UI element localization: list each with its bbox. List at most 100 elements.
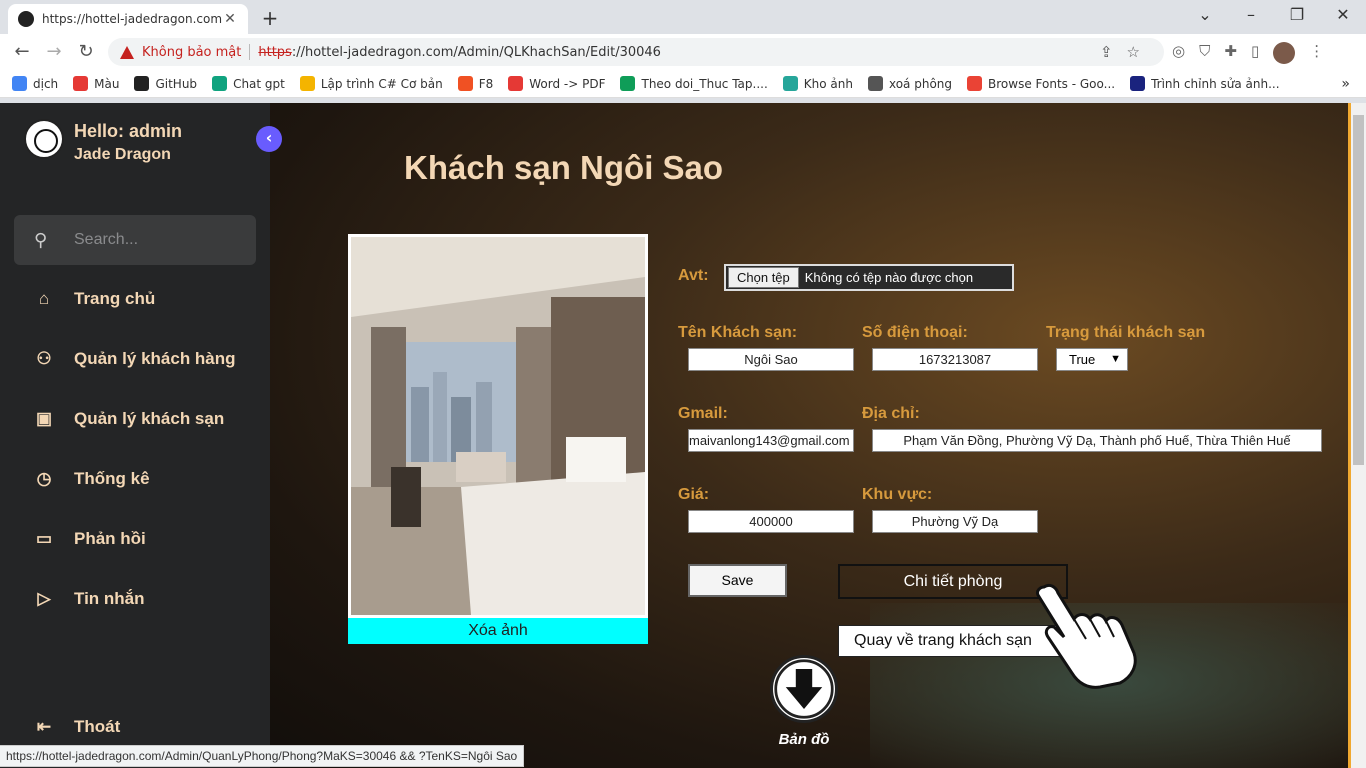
bookmark-item[interactable]: Chat gpt [212,76,285,91]
file-input[interactable]: Chọn tệp Không có tệp nào được chọn [724,264,1014,291]
sidebar-item-label: Tin nhắn [74,589,145,608]
bookmark-item[interactable]: Trình chỉnh sửa ảnh... [1130,76,1280,91]
more-bookmarks-icon[interactable]: » [1341,76,1350,92]
address-input[interactable]: Phạm Văn Đồng, Phường Vỹ Dạ, Thành phố H… [872,429,1322,452]
bookmark-favicon-icon [620,76,636,91]
delete-photo-button[interactable]: Xóa ảnh [348,618,648,644]
bookmark-item[interactable]: F8 [457,76,494,91]
warning-icon [120,45,134,59]
address-bar[interactable]: Không bảo mật https://hottel-jadedragon.… [108,38,1164,66]
sidebar-item-messages[interactable]: ▷ Tin nhắn [34,589,145,609]
file-status: Không có tệp nào được chọn [804,270,974,285]
map-label: Bản đồ [778,731,830,748]
brand-name: Jade Dragon [74,146,171,163]
page-title: Khách sạn Ngôi Sao [404,149,724,186]
sidebar-item-stats[interactable]: ◷ Thống kê [34,469,150,489]
save-button[interactable]: Save [688,564,787,597]
reload-icon[interactable]: ↻ [74,40,98,64]
browser-tabbar: https://hottel-jadedragon.com/A ✕ + ⌄ – … [0,0,1366,34]
bookmark-favicon-icon [867,76,883,91]
url-text: ://hottel-jadedragon.com/Admin/QLKhachSa… [291,44,661,60]
main-content: Khách sạn Ngôi Sao Xóa ảnh Avt: Chọn tệp… [270,103,1348,768]
clock-icon: ◷ [36,469,52,488]
share-star-icons[interactable]: ⇪☆ [1100,43,1154,61]
bookmark-item[interactable]: Màu [73,76,119,91]
status-selected: True [1069,352,1096,367]
hotel-name-input[interactable]: Ngôi Sao [688,348,854,371]
divider [249,44,251,60]
bookmark-label: Browse Fonts - Goo... [988,76,1116,91]
bookmark-label: Màu [94,76,120,91]
bookmark-item[interactable]: Word -> PDF [508,76,605,91]
sidebar-toggle-button[interactable]: ‹ [256,126,282,152]
page-viewport: Hello: admin Jade Dragon ⚲ ⌂ Trang chủ ⚇… [0,103,1366,768]
bookmark-item[interactable]: Lập trình C# Cơ bản [299,76,443,91]
sidebar-item-customers[interactable]: ⚇ Quản lý khách hàng [34,349,236,369]
search-input[interactable] [74,231,234,249]
sidebar-item-home[interactable]: ⌂ Trang chủ [34,289,155,309]
price-input[interactable]: 400000 [688,510,854,533]
choose-file-button[interactable]: Chọn tệp [728,267,799,288]
site-favicon-icon [18,11,34,27]
restore-icon[interactable]: ❐ [1274,4,1320,26]
bookmark-item[interactable]: Kho ảnh [782,76,853,91]
area-input[interactable]: Phường Vỹ Dạ [872,510,1038,533]
page-scrollbar[interactable] [1348,103,1366,768]
browser-tab[interactable]: https://hottel-jadedragon.com/A ✕ [8,4,248,34]
brand: Hello: admin Jade Dragon [24,119,182,167]
status-select[interactable]: True ▼ [1056,348,1128,371]
sidebar-item-hotels[interactable]: ▣ Quản lý khách sạn [34,409,224,429]
bookmark-label: GitHub [155,76,198,91]
forward-arrow-icon[interactable]: → [42,40,66,64]
profile-avatar[interactable] [1273,42,1296,64]
hotel-icon: ▣ [35,409,53,428]
bookmark-favicon-icon [457,76,473,91]
bookmark-item[interactable]: GitHub [134,76,197,91]
logout-icon: ⇤ [36,717,52,736]
bookmark-label: F8 [478,76,494,91]
email-input[interactable]: maivanlong143@gmail.com [688,429,854,452]
home-icon: ⌂ [38,289,50,308]
hotel-name-label: Tên Khách sạn: [678,324,798,341]
bookmark-favicon-icon [782,76,798,91]
sidebar-item-label: Quản lý khách sạn [74,409,225,428]
map-link[interactable]: Bản đồ [766,655,842,748]
shield-extension-icon[interactable]: ⛉ [1199,42,1210,64]
bookmark-item[interactable]: Browse Fonts - Goo... [967,76,1115,91]
minimize-icon[interactable]: – [1228,4,1274,26]
puzzle-icon[interactable]: ✚ [1224,42,1237,64]
bookmark-item[interactable]: Theo doi_Thuc Tap.... [620,76,768,91]
down-arrow-icon [770,655,838,723]
search-icon: ⚲ [34,229,48,251]
window-close-icon[interactable]: ✕ [1320,4,1366,26]
bookmark-label: Chat gpt [233,76,285,91]
sidepanel-icon[interactable]: ▯ [1251,42,1259,64]
bookmark-favicon-icon [73,76,89,91]
url-scheme: https [258,44,292,60]
bookmark-favicon-icon [134,76,150,91]
bookmark-label: xoá phông [888,76,953,91]
back-arrow-icon[interactable]: ← [10,40,34,64]
phone-label: Số điện thoại: [862,324,968,341]
close-tab-icon[interactable]: ✕ [222,11,238,27]
scrollbar-thumb[interactable] [1353,115,1364,465]
new-tab-button[interactable]: + [256,5,284,33]
bookmark-item[interactable]: dịch [12,76,58,91]
sidebar-item-label: Quản lý khách hàng [74,349,236,368]
bookmark-label: Theo doi_Thuc Tap.... [641,76,768,91]
chat-icon: ▭ [35,529,53,548]
sidebar-item-label: Thoát [74,717,121,736]
security-label[interactable]: Không bảo mật [142,45,241,60]
browser-toolbar: ← → ↻ Không bảo mật https://hottel-jaded… [0,34,1366,70]
phone-input[interactable]: 1673213087 [872,348,1038,371]
sidebar-item-feedback[interactable]: ▭ Phản hồi [34,529,146,549]
tab-search-chevron-icon[interactable]: ⌄ [1182,4,1228,26]
sidebar-search[interactable]: ⚲ [14,215,256,265]
kebab-menu-icon[interactable]: ⋮ [1309,42,1324,64]
bookmark-item[interactable]: xoá phông [867,76,953,91]
compass-extension-icon[interactable]: ◎ [1172,42,1185,64]
sidebar-item-label: Thống kê [74,469,150,488]
sidebar-item-logout[interactable]: ⇤ Thoát [34,717,120,737]
bookmark-favicon-icon [508,76,524,91]
tab-title: https://hottel-jadedragon.com/A [42,12,222,26]
